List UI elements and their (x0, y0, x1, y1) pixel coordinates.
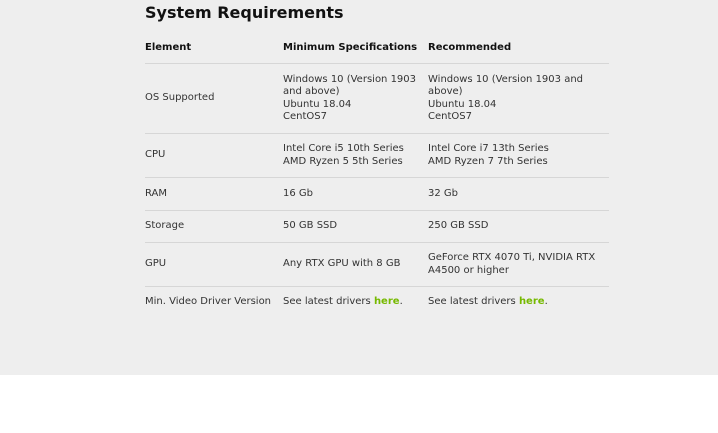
cell-line: Ubuntu 18.04 (283, 98, 352, 110)
cell-line: above) (428, 86, 463, 97)
header-element: Element (145, 41, 192, 53)
driver-text: See latest drivers (428, 296, 519, 308)
cell-line: Intel Core i7 13th Series (428, 143, 549, 154)
driver-text: See latest drivers (283, 296, 374, 308)
cell-line: AMD Ryzen 7 7th Series (428, 155, 548, 167)
cell-line: Intel Core i5 10th Series (283, 143, 404, 154)
cell-line: CentOS7 (428, 111, 472, 122)
driver-suffix: . (399, 296, 403, 308)
cell-line: Windows 10 (Version 1903 (283, 73, 417, 85)
cell-element: CPU (145, 133, 283, 178)
drivers-link-minimum[interactable]: here (374, 296, 400, 307)
cell-recommended: Intel Core i7 13th Series AMD Ryzen 7 7t… (428, 133, 609, 178)
driver-suffix: . (544, 296, 548, 308)
cell-minimum: Intel Core i5 10th Series AMD Ryzen 5 5t… (283, 133, 428, 178)
cell-line: A4500 or higher (428, 264, 509, 276)
cell-minimum: Windows 10 (Version 1903 and above) Ubun… (283, 63, 428, 134)
header-minimum: Minimum Specifications (283, 41, 418, 53)
system-requirements-section: System Requirements Element Minimum Spec… (0, 0, 718, 375)
table-row-gpu: GPU Any RTX GPU with 8 GB GeForce RTX 40… (145, 242, 609, 287)
cell-line: CentOS7 (283, 111, 327, 122)
cell-element: OS Supported (145, 63, 283, 134)
section-title: System Requirements (145, 3, 344, 22)
cell-element: RAM (145, 177, 283, 211)
cell-recommended: 32 Gb (428, 177, 609, 211)
cell-minimum: 50 GB SSD (283, 210, 428, 243)
cell-element: Storage (145, 210, 283, 243)
cell-recommended: 250 GB SSD (428, 210, 609, 243)
table-row-os: OS Supported Windows 10 (Version 1903 an… (145, 63, 609, 134)
cell-line: AMD Ryzen 5 5th Series (283, 155, 403, 167)
cell-element: GPU (145, 242, 283, 287)
cell-minimum: Any RTX GPU with 8 GB (283, 242, 428, 287)
header-recommended: Recommended (428, 41, 512, 53)
drivers-link-recommended[interactable]: here (519, 296, 545, 307)
cell-line: Windows 10 (Version 1903 and (428, 73, 584, 85)
table-row-ram: RAM 16 Gb 32 Gb (145, 177, 609, 211)
table-row-cpu: CPU Intel Core i5 10th Series AMD Ryzen … (145, 133, 609, 178)
cell-recommended: See latest drivers here. (428, 286, 609, 318)
table-header-row: Element Minimum Specifications Recommend… (145, 33, 609, 64)
cell-recommended: GeForce RTX 4070 Ti, NVIDIA RTX A4500 or… (428, 242, 609, 287)
table-row-driver: Min. Video Driver Version See latest dri… (145, 286, 609, 318)
cell-recommended: Windows 10 (Version 1903 and above) Ubun… (428, 63, 609, 134)
table-row-storage: Storage 50 GB SSD 250 GB SSD (145, 210, 609, 243)
cell-line: and above) (283, 86, 340, 97)
cell-element: Min. Video Driver Version (145, 286, 283, 318)
requirements-table: Element Minimum Specifications Recommend… (145, 33, 609, 318)
cell-line: Ubuntu 18.04 (428, 98, 497, 110)
cell-minimum: 16 Gb (283, 177, 428, 211)
cell-line: GeForce RTX 4070 Ti, NVIDIA RTX (428, 252, 596, 263)
cell-minimum: See latest drivers here. (283, 286, 428, 318)
